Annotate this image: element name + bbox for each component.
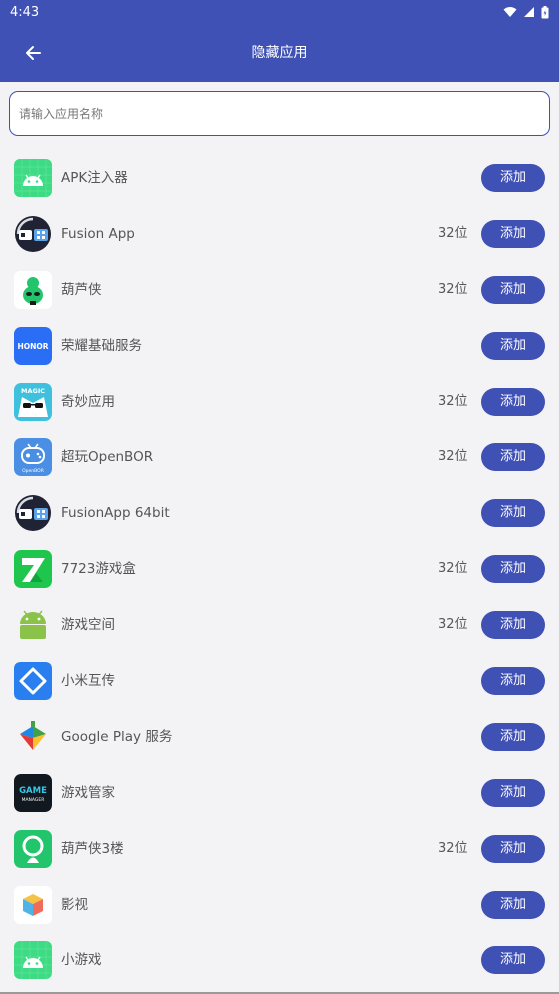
fusion-app-icon bbox=[14, 494, 52, 533]
list-item: 游戏空间 32位 添加 bbox=[0, 597, 559, 653]
add-button[interactable]: 添加 bbox=[481, 387, 545, 416]
add-button[interactable]: 添加 bbox=[481, 890, 545, 919]
app-name: 小游戏 bbox=[61, 952, 102, 969]
app-bits-label: 32位 bbox=[438, 225, 468, 241]
app-name: 葫芦侠 bbox=[61, 281, 102, 298]
list-item: FusionApp 64bit 添加 bbox=[0, 485, 559, 541]
mi-share-icon bbox=[14, 662, 52, 701]
add-button[interactable]: 添加 bbox=[481, 499, 545, 528]
list-item: HONOR 荣耀基础服务 添加 bbox=[0, 318, 559, 374]
cube-icon bbox=[14, 885, 52, 924]
app-bits-label: 32位 bbox=[438, 840, 468, 856]
add-button[interactable]: 添加 bbox=[481, 667, 545, 696]
list-item: Google Play 服务 添加 bbox=[0, 709, 559, 765]
search-input[interactable] bbox=[10, 92, 549, 135]
list-item: 7723游戏盒 32位 添加 bbox=[0, 541, 559, 597]
add-button[interactable]: 添加 bbox=[481, 555, 545, 584]
app-name: FusionApp 64bit bbox=[61, 505, 170, 522]
add-button[interactable]: 添加 bbox=[481, 275, 545, 304]
app-name: Google Play 服务 bbox=[61, 728, 173, 745]
battery-icon bbox=[541, 5, 549, 18]
list-item: 小米互传 添加 bbox=[0, 653, 559, 709]
add-button[interactable]: 添加 bbox=[481, 722, 545, 751]
app-name: 游戏空间 bbox=[61, 617, 115, 634]
add-button[interactable]: 添加 bbox=[481, 443, 545, 472]
app-bits-label: 32位 bbox=[438, 393, 468, 409]
app-name: 游戏管家 bbox=[61, 784, 115, 801]
list-item: Fusion App 32位 添加 bbox=[0, 206, 559, 262]
status-icons bbox=[503, 5, 549, 19]
back-button[interactable] bbox=[18, 38, 48, 68]
add-button[interactable]: 添加 bbox=[481, 331, 545, 360]
app-name: 超玩OpenBOR bbox=[61, 449, 154, 466]
svg-text:MANAGER: MANAGER bbox=[22, 797, 45, 803]
status-time: 4:43 bbox=[10, 4, 40, 20]
add-button[interactable]: 添加 bbox=[481, 834, 545, 863]
app-name: APK注入器 bbox=[61, 170, 128, 186]
honor-icon: HONOR bbox=[14, 326, 52, 365]
add-button[interactable]: 添加 bbox=[481, 611, 545, 640]
android-icon bbox=[14, 941, 52, 980]
wifi-icon bbox=[503, 7, 517, 17]
list-item: 葫芦侠3楼 32位 添加 bbox=[0, 821, 559, 877]
list-item: GAME MANAGER 游戏管家 添加 bbox=[0, 765, 559, 821]
add-button[interactable]: 添加 bbox=[481, 946, 545, 975]
add-button[interactable]: 添加 bbox=[481, 219, 545, 248]
app-bits-label: 32位 bbox=[438, 561, 468, 577]
app-name: 荣耀基础服务 bbox=[61, 337, 142, 354]
svg-text:MAGIC: MAGIC bbox=[21, 387, 45, 395]
android-icon bbox=[14, 159, 52, 197]
app-name: Fusion App bbox=[61, 225, 135, 242]
list-item: 小游戏 添加 bbox=[0, 932, 559, 988]
huluxia-icon bbox=[14, 270, 52, 309]
arrow-left-icon bbox=[26, 46, 41, 60]
google-play-services-icon bbox=[14, 717, 52, 756]
list-item: 影视 添加 bbox=[0, 877, 559, 933]
app-list: APK注入器 添加 Fusion App 32位 添加 葫芦侠 32位 添加 HONOR 荣耀基础… bbox=[0, 150, 559, 988]
app-bits-label: 32位 bbox=[438, 449, 468, 465]
fusion-app-icon bbox=[14, 214, 52, 253]
list-item: MAGIC 奇妙应用 32位 添加 bbox=[0, 374, 559, 430]
list-item: OpenBOR 超玩OpenBOR 32位 添加 bbox=[0, 429, 559, 485]
app-name: 影视 bbox=[61, 896, 88, 913]
game-manager-icon: GAME MANAGER bbox=[14, 773, 52, 812]
app-bits-label: 32位 bbox=[438, 617, 468, 633]
7723-icon bbox=[14, 550, 52, 589]
add-button[interactable]: 添加 bbox=[481, 164, 545, 192]
list-item: APK注入器 添加 bbox=[0, 150, 559, 206]
app-name: 葫芦侠3楼 bbox=[61, 840, 124, 857]
search-field[interactable] bbox=[9, 91, 550, 136]
list-item: 葫芦侠 32位 添加 bbox=[0, 262, 559, 318]
signal-icon bbox=[524, 7, 534, 17]
svg-text:HONOR: HONOR bbox=[17, 342, 48, 351]
openbor-icon: OpenBOR bbox=[14, 438, 52, 477]
svg-text:OpenBOR: OpenBOR bbox=[22, 468, 44, 474]
add-button[interactable]: 添加 bbox=[481, 778, 545, 807]
app-name: 7723游戏盒 bbox=[61, 561, 136, 578]
app-name: 奇妙应用 bbox=[61, 393, 115, 410]
magic-icon: MAGIC bbox=[14, 382, 52, 421]
status-bar: 4:43 bbox=[0, 0, 559, 24]
app-bar: 隐藏应用 bbox=[0, 24, 559, 82]
android-robot-icon bbox=[14, 606, 52, 645]
app-name: 小米互传 bbox=[61, 673, 115, 690]
page-title: 隐藏应用 bbox=[251, 45, 308, 61]
svg-text:GAME: GAME bbox=[19, 786, 47, 796]
app-bits-label: 32位 bbox=[438, 281, 468, 297]
huluxia3-icon bbox=[14, 829, 52, 868]
